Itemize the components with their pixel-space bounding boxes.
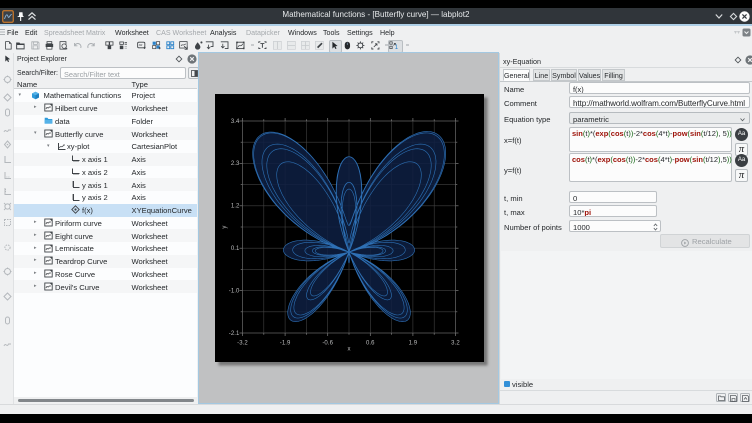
svg-text:y: y — [222, 225, 228, 228]
svg-text:0.6: 0.6 — [366, 341, 375, 347]
svg-text:-0.6: -0.6 — [322, 341, 333, 347]
svg-text:-1.0: -1.0 — [229, 288, 240, 294]
svg-text:-2.1: -2.1 — [229, 331, 240, 337]
svg-text:1.2: 1.2 — [231, 204, 240, 210]
svg-text:0.1: 0.1 — [231, 246, 240, 252]
svg-text:2.3: 2.3 — [231, 161, 240, 167]
svg-text:-3.2: -3.2 — [237, 341, 248, 347]
svg-text:3.4: 3.4 — [231, 119, 240, 125]
svg-text:3.2: 3.2 — [451, 341, 460, 347]
svg-text:x: x — [347, 347, 350, 353]
svg-text:-1.9: -1.9 — [280, 341, 291, 347]
svg-text:1: 1 — [395, 44, 398, 50]
svg-text:1.9: 1.9 — [409, 341, 418, 347]
